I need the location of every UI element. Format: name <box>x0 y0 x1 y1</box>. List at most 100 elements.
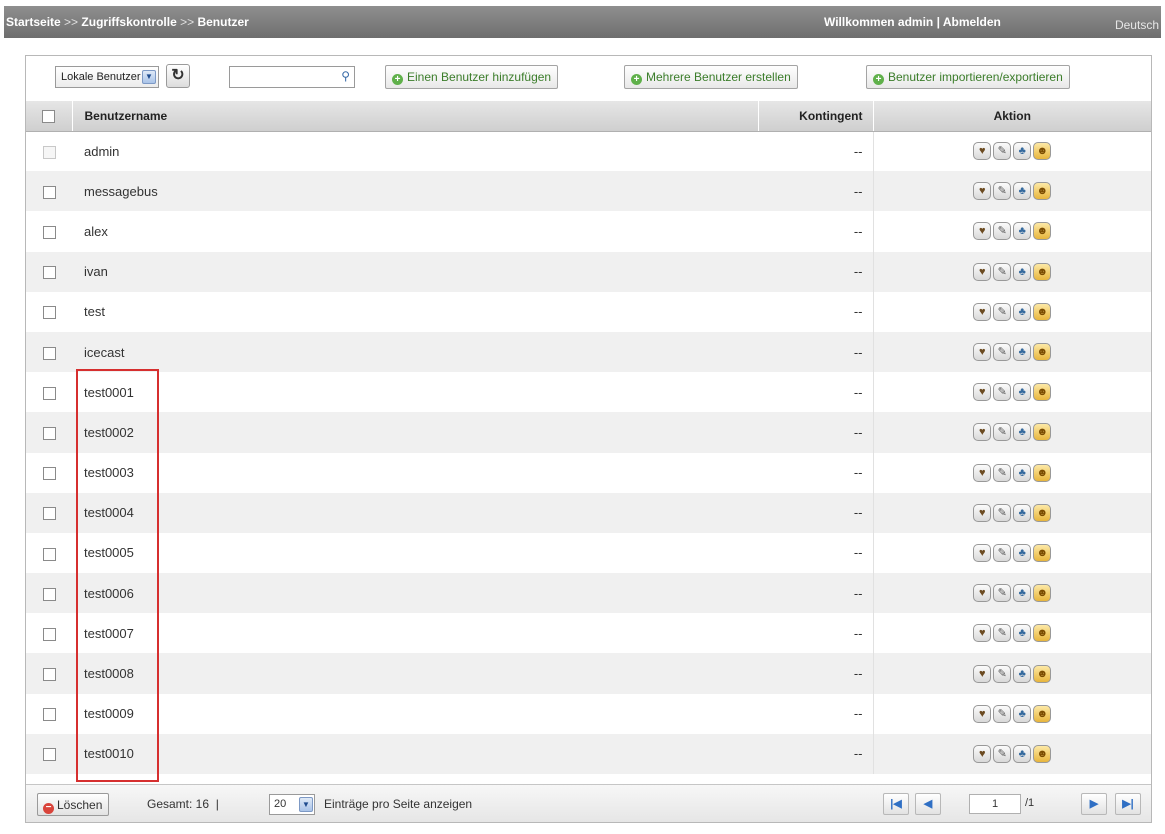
add-user-button[interactable]: + Einen Benutzer hinzufügen <box>385 65 559 89</box>
quota-icon[interactable]: ♥ <box>973 584 992 603</box>
row-checkbox[interactable] <box>42 467 56 481</box>
create-multiple-users-button[interactable]: + Mehrere Benutzer erstellen <box>624 65 798 89</box>
quota-icon[interactable]: ♥ <box>973 503 992 522</box>
share-folder-icon[interactable]: ☻ <box>1033 142 1052 161</box>
row-checkbox[interactable] <box>42 306 56 320</box>
quota-icon[interactable]: ♥ <box>973 423 992 442</box>
page-number-input[interactable]: 1 <box>969 794 1021 814</box>
user-group-icon[interactable]: ♣ <box>1013 423 1032 442</box>
row-checkbox[interactable] <box>42 346 56 360</box>
user-group-icon[interactable]: ♣ <box>1013 142 1032 161</box>
edit-icon[interactable]: ✎ <box>993 463 1012 482</box>
previous-page-icon[interactable]: ◀ <box>915 793 941 815</box>
row-checkbox[interactable] <box>42 627 56 641</box>
row-checkbox[interactable] <box>42 547 56 561</box>
quota-icon[interactable]: ♥ <box>973 704 992 723</box>
edit-icon[interactable]: ✎ <box>993 222 1012 241</box>
quota-icon[interactable]: ♥ <box>973 182 992 201</box>
edit-icon[interactable]: ✎ <box>993 624 1012 643</box>
delete-button[interactable]: − Löschen <box>37 793 110 816</box>
user-group-icon[interactable]: ♣ <box>1013 182 1032 201</box>
first-page-icon[interactable]: |◀ <box>883 793 909 815</box>
user-group-icon[interactable]: ♣ <box>1013 704 1032 723</box>
edit-icon[interactable]: ✎ <box>993 182 1012 201</box>
user-group-icon[interactable]: ♣ <box>1013 543 1032 562</box>
share-folder-icon[interactable]: ☻ <box>1033 222 1052 241</box>
edit-icon[interactable]: ✎ <box>993 383 1012 402</box>
share-folder-icon[interactable]: ☻ <box>1033 704 1052 723</box>
quota-icon[interactable]: ♥ <box>973 343 992 362</box>
logout-link[interactable]: Abmelden <box>943 15 1001 29</box>
search-icon[interactable]: ⚲ <box>341 69 350 83</box>
share-folder-icon[interactable]: ☻ <box>1033 503 1052 522</box>
quota-icon[interactable]: ♥ <box>973 222 992 241</box>
user-type-select[interactable]: Lokale Benutzer ▼ <box>55 66 159 88</box>
edit-icon[interactable]: ✎ <box>993 744 1012 763</box>
user-group-icon[interactable]: ♣ <box>1013 262 1032 281</box>
import-export-button[interactable]: + Benutzer importieren/exportieren <box>866 65 1070 89</box>
share-folder-icon[interactable]: ☻ <box>1033 383 1052 402</box>
user-group-icon[interactable]: ♣ <box>1013 744 1032 763</box>
quota-icon[interactable]: ♥ <box>973 463 992 482</box>
quota-icon[interactable]: ♥ <box>973 664 992 683</box>
row-checkbox[interactable] <box>42 426 56 440</box>
quota-icon[interactable]: ♥ <box>973 624 992 643</box>
row-checkbox[interactable] <box>42 266 56 280</box>
quota-icon[interactable]: ♥ <box>973 302 992 321</box>
quota-icon[interactable]: ♥ <box>973 383 992 402</box>
quota-icon[interactable]: ♥ <box>973 543 992 562</box>
refresh-icon[interactable]: ↻ <box>166 64 190 88</box>
row-checkbox[interactable] <box>42 185 56 199</box>
edit-icon[interactable]: ✎ <box>993 302 1012 321</box>
breadcrumb-home[interactable]: Startseite <box>6 15 61 29</box>
quota-icon[interactable]: ♥ <box>973 142 992 161</box>
share-folder-icon[interactable]: ☻ <box>1033 624 1052 643</box>
edit-icon[interactable]: ✎ <box>993 543 1012 562</box>
share-folder-icon[interactable]: ☻ <box>1033 343 1052 362</box>
share-folder-icon[interactable]: ☻ <box>1033 584 1052 603</box>
user-group-icon[interactable]: ♣ <box>1013 664 1032 683</box>
row-checkbox[interactable] <box>42 668 56 682</box>
user-group-icon[interactable]: ♣ <box>1013 302 1032 321</box>
breadcrumb-access-control[interactable]: Zugriffskontrolle <box>81 15 176 29</box>
per-page-select[interactable]: 20 ▼ <box>269 794 315 815</box>
user-group-icon[interactable]: ♣ <box>1013 222 1032 241</box>
user-group-icon[interactable]: ♣ <box>1013 463 1032 482</box>
share-folder-icon[interactable]: ☻ <box>1033 543 1052 562</box>
search-input[interactable] <box>233 67 337 87</box>
edit-icon[interactable]: ✎ <box>993 664 1012 683</box>
column-header-username[interactable]: Benutzername <box>71 101 758 132</box>
share-folder-icon[interactable]: ☻ <box>1033 302 1052 321</box>
user-group-icon[interactable]: ♣ <box>1013 383 1032 402</box>
username-cell: icecast <box>72 331 758 373</box>
row-checkbox[interactable] <box>42 708 56 722</box>
last-page-icon[interactable]: ▶| <box>1115 793 1141 815</box>
user-group-icon[interactable]: ♣ <box>1013 503 1032 522</box>
edit-icon[interactable]: ✎ <box>993 584 1012 603</box>
row-checkbox[interactable] <box>42 226 56 239</box>
edit-icon[interactable]: ✎ <box>993 704 1012 723</box>
share-folder-icon[interactable]: ☻ <box>1033 744 1052 763</box>
select-all-checkbox[interactable] <box>42 109 56 123</box>
user-group-icon[interactable]: ♣ <box>1013 624 1032 643</box>
row-checkbox[interactable] <box>42 748 56 762</box>
user-group-icon[interactable]: ♣ <box>1013 584 1032 603</box>
row-checkbox[interactable] <box>42 507 56 521</box>
quota-icon[interactable]: ♥ <box>973 262 992 281</box>
language-selector[interactable]: Deutsch <box>1115 18 1159 32</box>
row-checkbox[interactable] <box>42 386 56 400</box>
quota-icon[interactable]: ♥ <box>973 744 992 763</box>
edit-icon[interactable]: ✎ <box>993 142 1012 161</box>
share-folder-icon[interactable]: ☻ <box>1033 463 1052 482</box>
share-folder-icon[interactable]: ☻ <box>1033 423 1052 442</box>
edit-icon[interactable]: ✎ <box>993 262 1012 281</box>
row-checkbox[interactable] <box>42 587 56 601</box>
user-group-icon[interactable]: ♣ <box>1013 343 1032 362</box>
edit-icon[interactable]: ✎ <box>993 343 1012 362</box>
edit-icon[interactable]: ✎ <box>993 423 1012 442</box>
edit-icon[interactable]: ✎ <box>993 503 1012 522</box>
share-folder-icon[interactable]: ☻ <box>1033 182 1052 201</box>
next-page-icon[interactable]: ▶ <box>1081 793 1107 815</box>
share-folder-icon[interactable]: ☻ <box>1033 262 1052 281</box>
share-folder-icon[interactable]: ☻ <box>1033 664 1052 683</box>
